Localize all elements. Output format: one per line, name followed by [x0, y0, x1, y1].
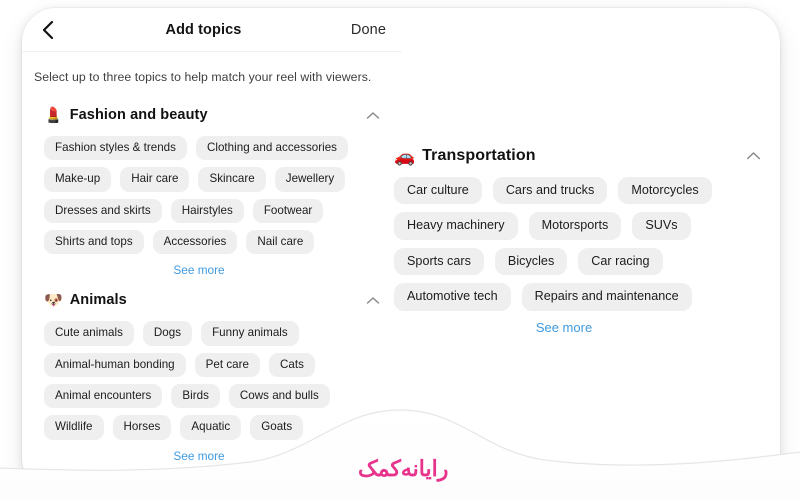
topic-chip[interactable]: Hair care: [120, 167, 190, 192]
see-more-row: See more: [384, 311, 774, 335]
section-header[interactable]: 🐶 Animals: [34, 287, 394, 313]
topic-chip[interactable]: Shirts and tops: [44, 229, 144, 255]
topic-chip[interactable]: Car culture: [394, 177, 482, 205]
done-button[interactable]: Done: [343, 22, 386, 38]
topic-chip[interactable]: Jewellery: [274, 167, 346, 192]
topic-chip[interactable]: Aquatic: [180, 415, 242, 440]
red-car-icon: 🚗: [394, 146, 416, 166]
section-header[interactable]: 🚗 Transportation: [384, 143, 774, 169]
section-title: Fashion and beauty: [69, 107, 208, 123]
topic-chip[interactable]: Birds: [171, 383, 220, 409]
topic-chip[interactable]: Animal-human bonding: [44, 352, 186, 377]
watermark-logo: رایانه‌کمک: [358, 456, 449, 481]
topic-chip[interactable]: Clothing and accessories: [195, 136, 348, 161]
topic-chip[interactable]: Cars and trucks: [492, 177, 608, 205]
topic-chip[interactable]: Repairs and maintenance: [521, 283, 692, 311]
lipstick-icon: 💄: [44, 106, 63, 124]
topics-column-right: 🚗 Transportation Car culture Cars and tr…: [384, 143, 774, 345]
see-more-link[interactable]: See more: [536, 320, 592, 335]
section-header[interactable]: 💄 Fashion and beauty: [34, 102, 394, 128]
topic-chip[interactable]: Motorcycles: [618, 177, 712, 205]
topic-chip[interactable]: Car racing: [578, 247, 663, 276]
topic-chip[interactable]: Dogs: [142, 321, 193, 346]
chevron-left-icon: [41, 20, 54, 40]
topic-chip[interactable]: Cute animals: [44, 321, 134, 346]
section-title: Animals: [69, 292, 127, 309]
back-button[interactable]: [34, 17, 60, 43]
chevron-up-icon[interactable]: [744, 147, 762, 165]
screen-root: Add topics Done Select up to three topic…: [0, 0, 800, 500]
topic-chip[interactable]: Motorsports: [528, 212, 622, 240]
topic-chip[interactable]: Make-up: [44, 167, 112, 192]
chip-list: Cute animals Dogs Funny animals Animal-h…: [34, 313, 394, 440]
topic-chip[interactable]: Sports cars: [394, 247, 484, 276]
topic-chip[interactable]: Footwear: [252, 198, 324, 223]
topic-chip[interactable]: Bicycles: [494, 247, 568, 276]
dog-face-icon: 🐶: [44, 291, 63, 309]
topic-section-animals: 🐶 Animals Cute animals Dogs Funny animal…: [34, 287, 394, 463]
chip-list: Fashion styles & trends Clothing and acc…: [34, 128, 394, 255]
topic-chip[interactable]: Automotive tech: [394, 283, 511, 311]
topic-chip[interactable]: Fashion styles & trends: [44, 136, 187, 161]
topic-chip[interactable]: Hairstyles: [170, 198, 244, 223]
see-more-link[interactable]: See more: [173, 449, 224, 463]
topic-chip[interactable]: Goats: [250, 415, 304, 440]
section-title: Transportation: [422, 147, 536, 164]
see-more-row: See more: [34, 254, 394, 277]
topic-chip[interactable]: Wildlife: [44, 415, 104, 440]
topic-chip[interactable]: Skincare: [198, 167, 266, 192]
topic-chip[interactable]: Heavy machinery: [394, 212, 518, 240]
chip-list: Car culture Cars and trucks Motorcycles …: [384, 169, 774, 311]
topics-column-left: 💄 Fashion and beauty Fashion styles & tr…: [34, 102, 394, 473]
instruction-text: Select up to three topics to help match …: [34, 70, 372, 84]
topic-chip[interactable]: Horses: [112, 415, 172, 440]
topic-chip[interactable]: Animal encounters: [44, 383, 163, 409]
topic-chip[interactable]: Accessories: [152, 229, 238, 255]
chevron-up-icon[interactable]: [364, 291, 382, 309]
topic-section-fashion-and-beauty: 💄 Fashion and beauty Fashion styles & tr…: [34, 102, 394, 277]
app-header: Add topics Done: [22, 8, 402, 52]
topic-chip[interactable]: Funny animals: [201, 321, 299, 346]
topic-chip[interactable]: Dresses and skirts: [44, 198, 162, 223]
page-title: Add topics: [165, 21, 242, 38]
app-card: Add topics Done Select up to three topic…: [22, 8, 780, 492]
topic-chip[interactable]: Cats: [268, 352, 315, 377]
topic-chip[interactable]: Pet care: [194, 352, 260, 377]
topic-chip[interactable]: Nail care: [246, 229, 315, 255]
topic-chip[interactable]: SUVs: [632, 212, 691, 240]
topic-section-transportation: 🚗 Transportation Car culture Cars and tr…: [384, 143, 774, 335]
topic-chip[interactable]: Cows and bulls: [228, 383, 330, 409]
see-more-row: See more: [34, 440, 394, 463]
see-more-link[interactable]: See more: [173, 263, 224, 277]
chevron-up-icon[interactable]: [364, 106, 382, 124]
